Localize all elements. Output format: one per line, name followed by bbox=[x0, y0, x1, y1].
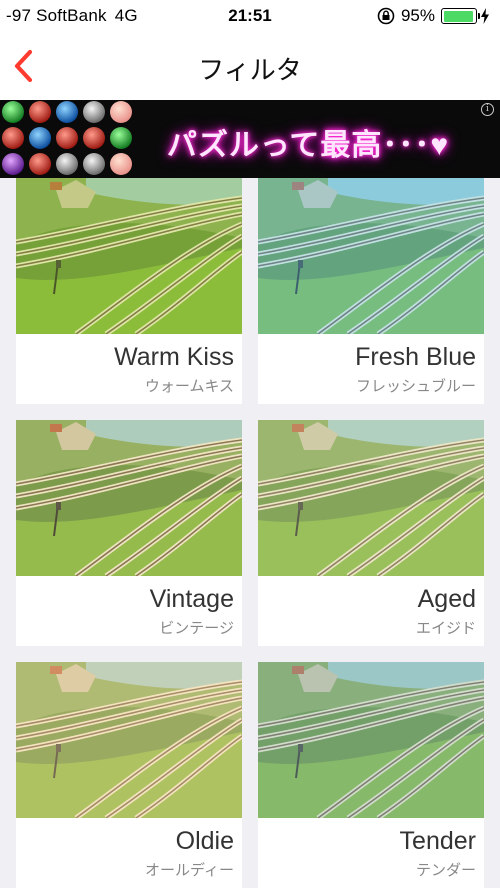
filter-card-fresh-blue[interactable]: Fresh Blue フレッシュブルー bbox=[258, 178, 484, 404]
filter-kana: エイジド bbox=[415, 620, 476, 637]
filter-name: Aged bbox=[417, 585, 476, 613]
filter-name: Vintage bbox=[149, 585, 234, 613]
filter-kana: ビンテージ bbox=[159, 620, 234, 637]
railway-diorama-image bbox=[16, 178, 242, 334]
railway-diorama-image bbox=[258, 420, 484, 576]
railway-diorama-image bbox=[258, 178, 484, 334]
filter-grid: Warm Kiss ウォームキス Fresh Blue フレッシュブルー Vin… bbox=[0, 178, 500, 888]
page-title: フィルタ bbox=[198, 55, 302, 85]
filter-card-aged[interactable]: Aged エイジド bbox=[258, 420, 484, 646]
battery-percent: 95% bbox=[400, 6, 435, 25]
filter-name: Fresh Blue bbox=[355, 343, 476, 371]
filter-card-oldie[interactable]: Oldie オールディー bbox=[16, 662, 242, 888]
filter-thumbnail bbox=[258, 662, 484, 818]
railway-diorama-image bbox=[16, 420, 242, 576]
ad-headline: パズルって最高･･･♥ bbox=[166, 129, 450, 162]
railway-diorama-image bbox=[258, 662, 484, 818]
charging-bolt-icon bbox=[481, 8, 489, 24]
filter-name: Oldie bbox=[175, 827, 234, 855]
status-indicators: 95% bbox=[377, 6, 490, 26]
filter-kana: ウォームキス bbox=[144, 378, 234, 395]
ad-banner[interactable]: パズルって最高･･･♥ i bbox=[0, 100, 500, 178]
battery-level bbox=[443, 10, 473, 22]
filter-kana: フレッシュブルー bbox=[355, 378, 476, 395]
filter-name: Warm Kiss bbox=[114, 343, 234, 371]
battery-icon bbox=[441, 8, 480, 24]
filter-thumbnail bbox=[16, 178, 242, 334]
puzzle-gems-image bbox=[2, 101, 132, 175]
filter-card-vintage[interactable]: Vintage ビンテージ bbox=[16, 420, 242, 646]
status-bar: -97 SoftBank 4G 21:51 95% bbox=[0, 0, 500, 32]
info-icon[interactable]: i bbox=[481, 103, 494, 116]
filter-thumbnail bbox=[16, 662, 242, 818]
filter-name: Tender bbox=[399, 827, 476, 855]
filter-kana: テンダー bbox=[415, 862, 476, 879]
filter-thumbnail bbox=[258, 420, 484, 576]
railway-diorama-image bbox=[16, 662, 242, 818]
filter-thumbnail bbox=[258, 178, 484, 334]
rotation-lock-icon bbox=[377, 7, 395, 25]
filter-card-tender[interactable]: Tender テンダー bbox=[258, 662, 484, 888]
filter-card-warm-kiss[interactable]: Warm Kiss ウォームキス bbox=[16, 178, 242, 404]
filter-thumbnail bbox=[16, 420, 242, 576]
filter-kana: オールディー bbox=[145, 862, 234, 879]
navigation-bar: フィルタ bbox=[0, 32, 500, 100]
